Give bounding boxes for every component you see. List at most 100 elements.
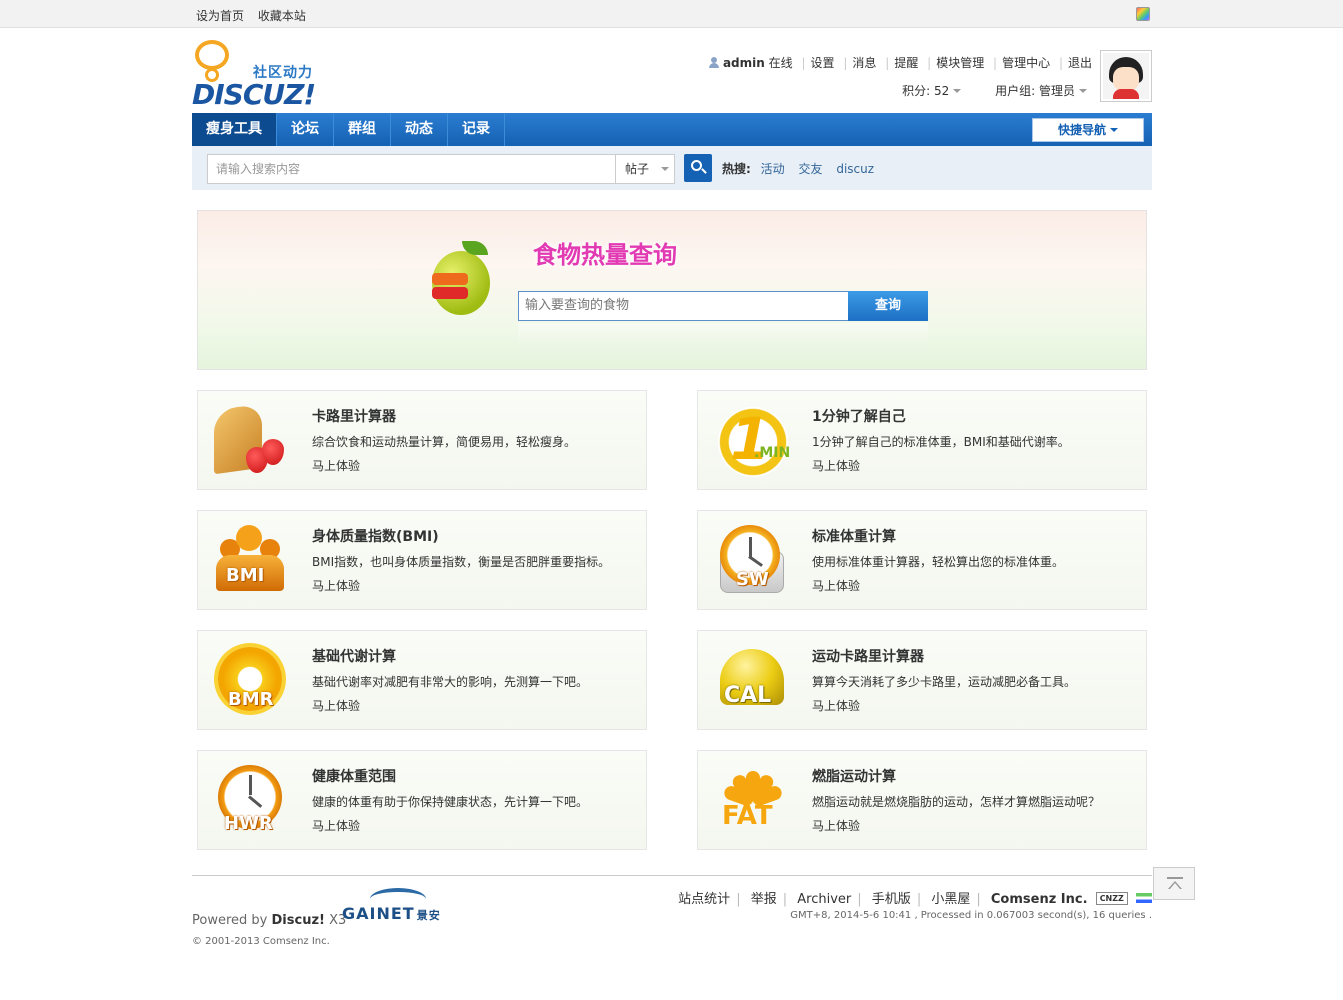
chevron-down-icon xyxy=(1079,89,1087,93)
tool-card-calorie-calculator[interactable]: 卡路里计算器 综合饮食和运动热量计算，简便易用，轻松瘦身。 马上体验 xyxy=(197,390,647,490)
gainet-logo[interactable]: GAINET 景安 xyxy=(342,888,458,924)
try-now-link[interactable]: 马上体验 xyxy=(812,457,860,474)
nav-item-groups[interactable]: 群组 xyxy=(334,113,391,146)
hot-search-label: 热搜: xyxy=(722,162,751,176)
top-links: 设为首页 收藏本站 xyxy=(196,7,316,24)
logo-wordmark: DISCUZ! xyxy=(192,78,316,111)
banner-title: 食物热量查询 xyxy=(533,241,677,269)
usergroup-dropdown[interactable]: 用户组: 管理员 xyxy=(995,84,1087,98)
card-title: 卡路里计算器 xyxy=(312,409,396,425)
bmr-gear-icon: BMR xyxy=(212,641,292,721)
notifications-link[interactable]: 提醒 xyxy=(894,56,918,70)
hot-search-link[interactable]: discuz xyxy=(836,162,874,176)
chevron-down-icon xyxy=(661,167,670,171)
card-title: 健康体重范围 xyxy=(312,769,396,785)
gainet-cn: 景安 xyxy=(416,909,441,922)
footer-link-archiver[interactable]: Archiver xyxy=(797,892,851,907)
try-now-link[interactable]: 马上体验 xyxy=(812,577,860,594)
card-description: 燃脂运动就是燃烧脂肪的运动，怎样才算燃脂运动呢？ xyxy=(812,795,1101,809)
food-query-button[interactable]: 查询 xyxy=(848,291,928,321)
one-minute-icon: 1 .MIN xyxy=(712,401,792,481)
logo-bubble-icon xyxy=(195,40,229,82)
set-home-link[interactable]: 设为首页 xyxy=(196,9,244,23)
skin-switch-icon[interactable] xyxy=(1136,7,1150,21)
try-now-link[interactable]: 马上体验 xyxy=(812,697,860,714)
tool-card-bmr[interactable]: BMR 基础代谢计算 基础代谢率对减肥有非常大的影响，先测算一下吧。 马上体验 xyxy=(197,630,647,730)
search-type-select[interactable]: 帖子 xyxy=(615,154,675,184)
chevron-down-icon xyxy=(953,89,962,93)
gainet-name: GAINET xyxy=(342,904,415,923)
tool-card-fat-burning[interactable]: FAT 燃脂运动计算 燃脂运动就是燃烧脂肪的运动，怎样才算燃脂运动呢？ 马上体验 xyxy=(697,750,1147,850)
footer-link-stats[interactable]: 站点统计 xyxy=(678,892,730,907)
hwr-badge: HWR xyxy=(224,813,273,834)
flag-icon xyxy=(1136,893,1152,903)
settings-link[interactable]: 设置 xyxy=(811,56,835,70)
avatar[interactable] xyxy=(1100,50,1152,102)
hot-search-link[interactable]: 活动 xyxy=(761,162,785,176)
cal-helmet-icon: CAL xyxy=(712,641,792,721)
card-description: 综合饮食和运动热量计算，简便易用，轻松瘦身。 xyxy=(312,435,577,449)
footer-company[interactable]: Comsenz Inc. xyxy=(991,892,1088,907)
food-query-input[interactable]: 输入要查询的食物 xyxy=(518,291,849,321)
points-dropdown[interactable]: 积分: 52 xyxy=(902,84,962,98)
header: 社区动力 DISCUZ! admin 在线 | 设置 | 消息 | 提醒 | 模块管理 … xyxy=(192,38,1152,114)
powered-by: Powered by Discuz! X3 xyxy=(192,913,346,928)
admin-center-link[interactable]: 管理中心 xyxy=(1002,56,1050,70)
tool-card-standard-weight[interactable]: SW 标准体重计算 使用标准体重计算器，轻松算出您的标准体重。 马上体验 xyxy=(697,510,1147,610)
card-description: BMI指数，也叫身体质量指数，衡量是否肥胖重要指标。 xyxy=(312,555,611,569)
hot-search-link[interactable]: 交友 xyxy=(798,162,822,176)
fat-sun-icon: FAT xyxy=(712,761,792,841)
powered-prefix: Powered by xyxy=(192,913,268,928)
card-title: 运动卡路里计算器 xyxy=(812,649,924,665)
card-description: 健康的体重有助于你保持健康状态，先计算一下吧。 xyxy=(312,795,589,809)
nav-item-slim-tools[interactable]: 瘦身工具 xyxy=(192,113,277,146)
nav-item-feed[interactable]: 动态 xyxy=(391,113,448,146)
nav-item-forum[interactable]: 论坛 xyxy=(277,113,334,146)
username-link[interactable]: admin xyxy=(723,56,765,70)
tool-card-bmi[interactable]: BMI 身体质量指数(BMI) BMI指数，也叫身体质量指数，衡量是否肥胖重要指… xyxy=(197,510,647,610)
try-now-link[interactable]: 马上体验 xyxy=(312,457,360,474)
main-nav: 瘦身工具 论坛 群组 动态 记录 快捷导航 xyxy=(192,113,1152,146)
try-now-link[interactable]: 马上体验 xyxy=(312,577,360,594)
footer-divider xyxy=(192,875,1152,876)
copyright: © 2001-2013 Comsenz Inc. xyxy=(192,936,330,947)
card-title: 燃脂运动计算 xyxy=(812,769,896,785)
module-manage-link[interactable]: 模块管理 xyxy=(936,56,984,70)
bmr-badge: BMR xyxy=(228,689,274,710)
back-to-top-button[interactable] xyxy=(1153,867,1195,900)
quick-nav-button[interactable]: 快捷导航 xyxy=(1032,118,1144,142)
quick-nav-label: 快捷导航 xyxy=(1057,123,1106,137)
footer-link-report[interactable]: 举报 xyxy=(751,892,777,907)
footer-link-blackroom[interactable]: 小黑屋 xyxy=(931,892,970,907)
fat-badge: FAT xyxy=(722,801,773,831)
bookmark-link[interactable]: 收藏本站 xyxy=(258,9,306,23)
avatar-image xyxy=(1103,53,1149,99)
bmi-people-icon: BMI xyxy=(212,521,292,601)
tool-card-healthy-weight-range[interactable]: HWR 健康体重范围 健康的体重有助于你保持健康状态，先计算一下吧。 马上体验 xyxy=(197,750,647,850)
online-status[interactable]: 在线 xyxy=(769,56,793,70)
cal-badge: CAL xyxy=(724,683,772,708)
messages-link[interactable]: 消息 xyxy=(852,56,876,70)
powered-name[interactable]: Discuz! xyxy=(272,913,325,928)
footer-links: 站点统计 | 举报 | Archiver | 手机版 | 小黑屋 | Comsenz In… xyxy=(678,888,1152,907)
site-logo[interactable]: 社区动力 DISCUZ! xyxy=(192,38,332,111)
card-title: 基础代谢计算 xyxy=(312,649,396,665)
usergroup-label: 用户组: 管理员 xyxy=(995,84,1075,98)
search-type-label: 帖子 xyxy=(625,162,650,176)
tool-card-one-minute[interactable]: 1 .MIN 1分钟了解自己 1分钟了解自己的标准体重，BMI和基础代谢率。 马… xyxy=(697,390,1147,490)
try-now-link[interactable]: 马上体验 xyxy=(812,817,860,834)
try-now-link[interactable]: 马上体验 xyxy=(312,817,360,834)
try-now-link[interactable]: 马上体验 xyxy=(312,697,360,714)
hot-search: 热搜: 活动 交友 discuz xyxy=(722,160,884,177)
nav-item-records[interactable]: 记录 xyxy=(448,113,505,146)
card-description: 基础代谢率对减肥有非常大的影响，先测算一下吧。 xyxy=(312,675,589,689)
footer-link-mobile[interactable]: 手机版 xyxy=(872,892,911,907)
sw-clock-icon: SW xyxy=(712,521,792,601)
search-button[interactable] xyxy=(684,154,712,182)
hwr-clock-icon: HWR xyxy=(212,761,292,841)
footer-info: GMT+8, 2014-5-6 10:41 , Processed in 0.0… xyxy=(790,910,1152,921)
tool-card-exercise-calorie[interactable]: CAL 运动卡路里计算器 算算今天消耗了多少卡路里，运动减肥必备工具。 马上体验 xyxy=(697,630,1147,730)
logout-link[interactable]: 退出 xyxy=(1068,56,1092,70)
cnzz-badge[interactable]: CNZZ xyxy=(1095,892,1128,905)
search-input[interactable]: 请输入搜索内容 xyxy=(207,154,615,184)
